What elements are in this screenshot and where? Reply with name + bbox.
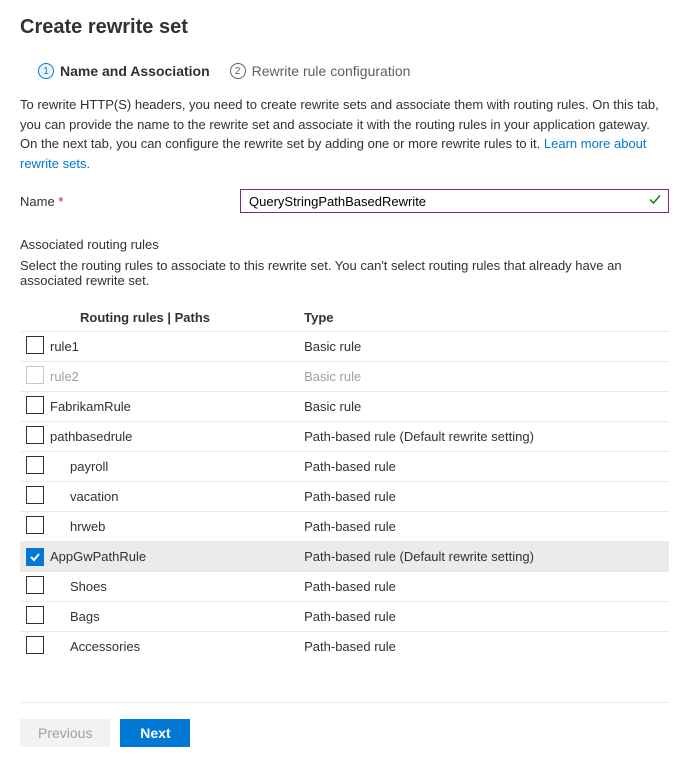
tab-step-1[interactable]: 1 Name and Association <box>38 63 210 79</box>
table-row: ShoesPath-based rule <box>20 572 669 602</box>
previous-button[interactable]: Previous <box>20 719 110 747</box>
step-number-icon: 2 <box>230 63 246 79</box>
rule-type: Path-based rule <box>304 602 669 632</box>
table-row: BagsPath-based rule <box>20 602 669 632</box>
row-checkbox[interactable] <box>26 426 44 444</box>
col-header-name: Routing rules | Paths <box>50 304 304 332</box>
row-checkbox <box>26 366 44 384</box>
name-label: Name * <box>20 194 240 209</box>
rule-name: FabrikamRule <box>50 392 304 422</box>
row-checkbox[interactable] <box>26 576 44 594</box>
rule-name: pathbasedrule <box>50 422 304 452</box>
table-row: AccessoriesPath-based rule <box>20 632 669 662</box>
rule-name: AppGwPathRule <box>50 542 304 572</box>
row-checkbox[interactable] <box>26 456 44 474</box>
name-input[interactable] <box>240 189 669 213</box>
section-title: Associated routing rules <box>20 237 669 252</box>
rule-name: Bags <box>50 602 304 632</box>
row-checkbox[interactable] <box>26 636 44 654</box>
table-row: rule2Basic rule <box>20 362 669 392</box>
wizard-tabs: 1 Name and Association 2 Rewrite rule confi… <box>20 63 669 79</box>
section-sub: Select the routing rules to associate to… <box>20 258 669 288</box>
rule-name: Accessories <box>50 632 304 662</box>
name-row: Name * <box>20 189 669 213</box>
table-row: rule1Basic rule <box>20 332 669 362</box>
table-row: FabrikamRuleBasic rule <box>20 392 669 422</box>
row-checkbox[interactable] <box>26 486 44 504</box>
row-checkbox[interactable] <box>26 548 44 566</box>
page-title: Create rewrite set <box>20 16 669 39</box>
rule-type: Path-based rule <box>304 482 669 512</box>
tab-label: Name and Association <box>60 63 210 79</box>
rule-name: rule2 <box>50 362 304 392</box>
table-row: pathbasedrulePath-based rule (Default re… <box>20 422 669 452</box>
tab-step-2[interactable]: 2 Rewrite rule configuration <box>230 63 411 79</box>
tab-label: Rewrite rule configuration <box>252 63 411 79</box>
rule-type: Path-based rule (Default rewrite setting… <box>304 542 669 572</box>
rule-name: payroll <box>50 452 304 482</box>
rule-type: Path-based rule <box>304 572 669 602</box>
table-row: AppGwPathRulePath-based rule (Default re… <box>20 542 669 572</box>
rule-name: hrweb <box>50 512 304 542</box>
rule-type: Path-based rule <box>304 512 669 542</box>
description: To rewrite HTTP(S) headers, you need to … <box>20 95 669 173</box>
row-checkbox[interactable] <box>26 606 44 624</box>
required-indicator: * <box>58 194 63 209</box>
check-icon <box>649 194 661 209</box>
rule-type: Path-based rule <box>304 632 669 662</box>
next-button[interactable]: Next <box>120 719 190 747</box>
rule-type: Basic rule <box>304 362 669 392</box>
col-header-type: Type <box>304 304 669 332</box>
rule-type: Basic rule <box>304 332 669 362</box>
rule-name: rule1 <box>50 332 304 362</box>
row-checkbox[interactable] <box>26 336 44 354</box>
table-row: hrwebPath-based rule <box>20 512 669 542</box>
rule-type: Basic rule <box>304 392 669 422</box>
table-row: vacationPath-based rule <box>20 482 669 512</box>
rule-type: Path-based rule (Default rewrite setting… <box>304 422 669 452</box>
row-checkbox[interactable] <box>26 516 44 534</box>
rule-type: Path-based rule <box>304 452 669 482</box>
footer: Previous Next <box>20 702 669 747</box>
table-row: payrollPath-based rule <box>20 452 669 482</box>
row-checkbox[interactable] <box>26 396 44 414</box>
routing-rules-table: Routing rules | Paths Type rule1Basic ru… <box>20 304 669 662</box>
rule-name: vacation <box>50 482 304 512</box>
step-number-icon: 1 <box>38 63 54 79</box>
rule-name: Shoes <box>50 572 304 602</box>
